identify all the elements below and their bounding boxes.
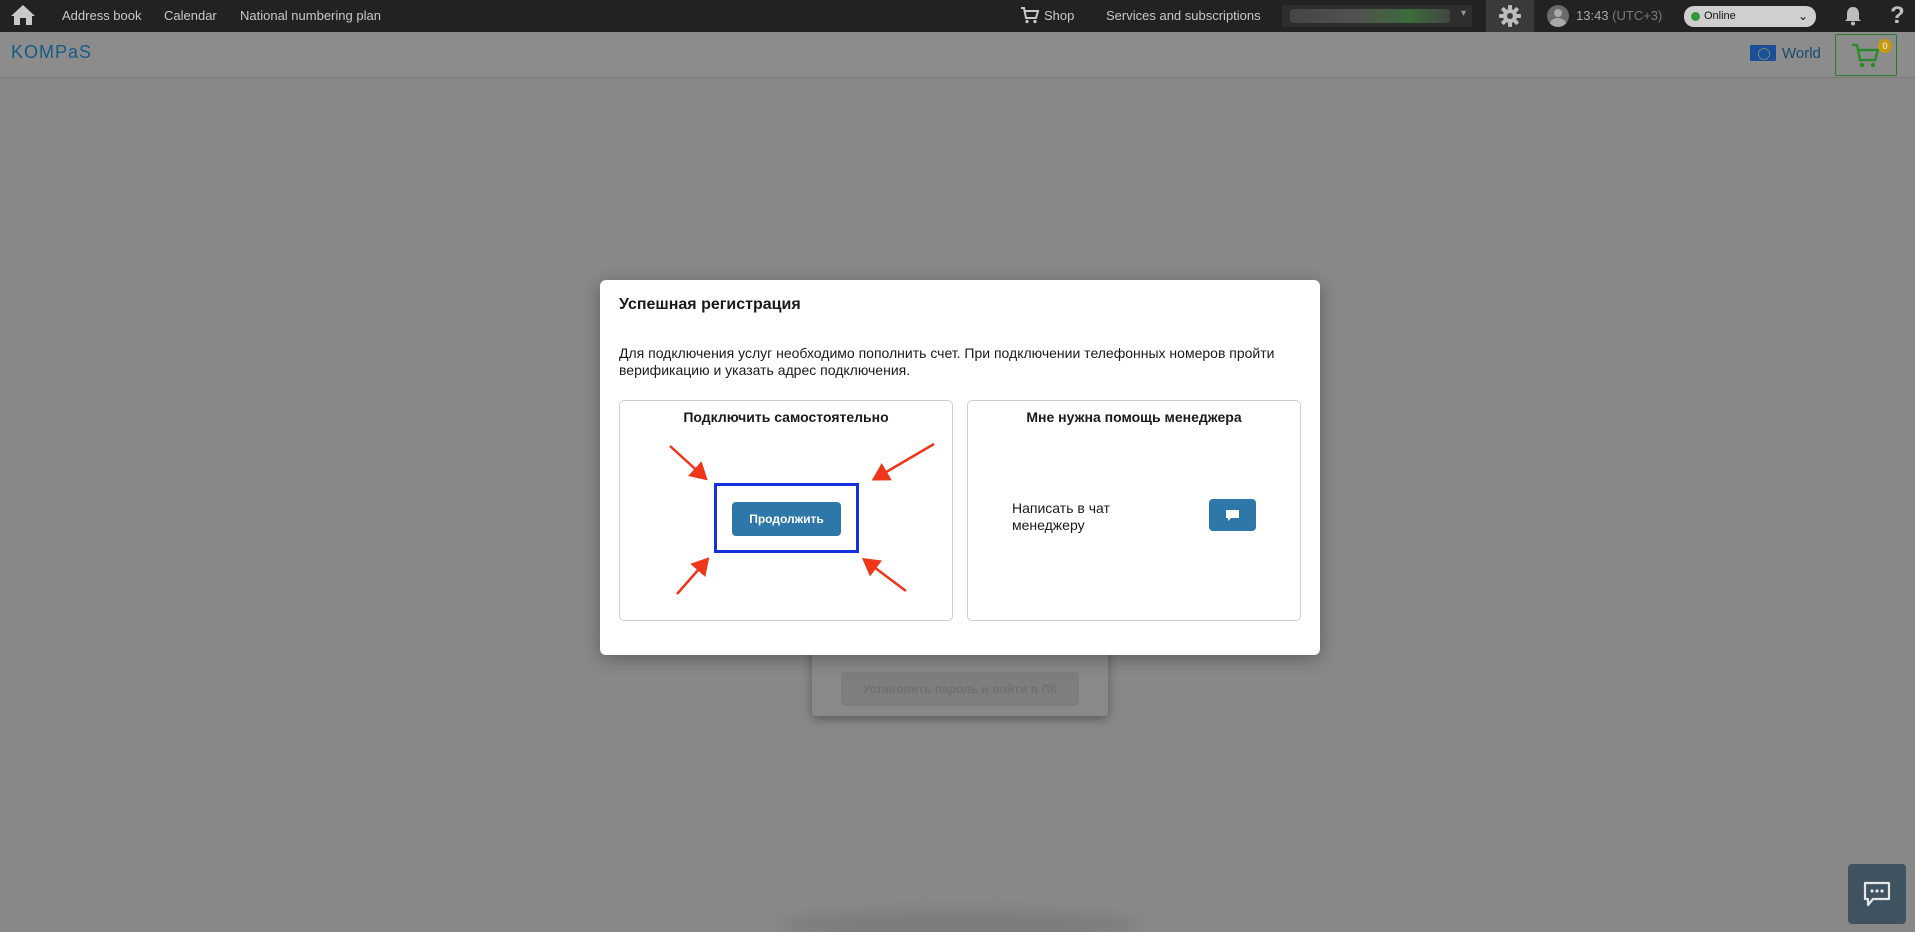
continue-button[interactable]: Продолжить <box>732 502 841 536</box>
status-dot-icon <box>1691 12 1700 21</box>
self-connect-panel: Подключить самостоятельно Продолжить <box>619 400 953 621</box>
globe-flag-icon <box>1750 45 1776 61</box>
timezone-value: (UTC+3) <box>1612 8 1663 23</box>
time-value: 13:43 <box>1576 8 1609 23</box>
notifications-button[interactable] <box>1844 6 1862 29</box>
cart-icon <box>1021 7 1040 24</box>
status-select[interactable]: Online ⌄ <box>1684 6 1816 27</box>
support-chat-widget[interactable] <box>1848 864 1906 924</box>
cart-button[interactable]: 0 <box>1835 34 1897 76</box>
registration-success-modal: Успешная регистрация Для подключения усл… <box>600 280 1320 655</box>
gear-icon <box>1499 5 1521 27</box>
arrow-bottom-left <box>676 557 710 595</box>
nav-address-book[interactable]: Address book <box>62 0 142 32</box>
message-icon <box>1863 881 1891 907</box>
account-name-redacted <box>1290 9 1450 23</box>
nav-shop[interactable]: Shop <box>1020 0 1074 32</box>
chat-manager-label: Написать в чат менеджеру <box>1012 500 1110 533</box>
bell-icon <box>1845 7 1861 26</box>
manager-help-title: Мне нужна помощь менеджера <box>1026 409 1242 425</box>
set-password-button: Установить пароль и войти в ЛК <box>841 672 1079 706</box>
status-value: Online <box>1704 10 1736 22</box>
caret-down-icon: ▾ <box>1460 8 1466 19</box>
chevron-down-icon: ⌄ <box>1797 9 1808 23</box>
brand-logo[interactable]: KOMPaS <box>11 42 92 63</box>
chat-manager-button[interactable] <box>1209 499 1256 531</box>
account-selector[interactable]: ▾ <box>1282 5 1472 27</box>
shop-label: Shop <box>1044 8 1075 23</box>
manager-help-panel: Мне нужна помощь менеджера Написать в ча… <box>967 400 1301 621</box>
modal-description: Для подключения услуг необходимо пополни… <box>619 345 1275 378</box>
help-icon[interactable]: ? <box>1890 0 1905 32</box>
arrow-top-left <box>669 445 708 481</box>
region-selector[interactable]: World <box>1750 45 1821 62</box>
top-nav-bar: Address book Calendar National numbering… <box>0 0 1915 32</box>
region-label: World <box>1782 45 1821 62</box>
modal-title: Успешная регистрация <box>619 296 801 313</box>
nav-calendar[interactable]: Calendar <box>164 0 217 32</box>
nav-services[interactable]: Services and subscriptions <box>1106 0 1261 32</box>
nav-numbering-plan[interactable]: National numbering plan <box>240 0 381 32</box>
avatar[interactable] <box>1547 5 1569 27</box>
clock: 13:43 (UTC+3) <box>1576 0 1662 32</box>
background-shadow <box>780 910 1140 932</box>
sub-header: KOMPaS World 0 <box>0 32 1915 78</box>
chat-bubble-icon <box>1226 510 1239 521</box>
arrow-top-right <box>871 442 935 481</box>
cart-count-badge: 0 <box>1878 39 1892 53</box>
settings-button[interactable] <box>1486 0 1534 32</box>
shopping-cart-icon <box>1852 43 1880 68</box>
arrow-bottom-right <box>862 558 907 592</box>
